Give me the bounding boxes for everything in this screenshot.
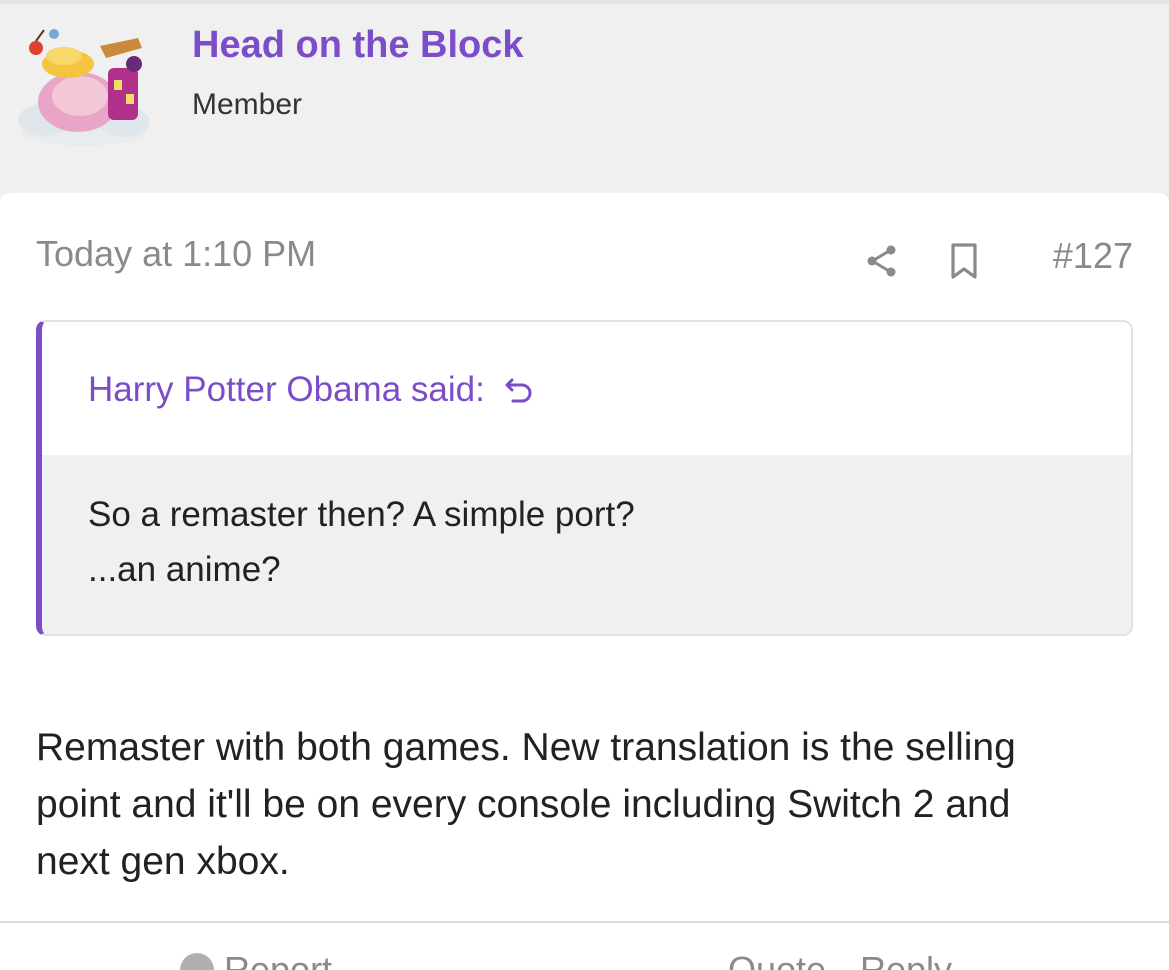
post-footer-actions: Report Quote Reply xyxy=(0,949,1169,970)
user-title: Member xyxy=(192,88,303,121)
post-footer-divider xyxy=(0,921,1169,923)
post-body-line: Remaster with both games. New translatio… xyxy=(36,726,1016,769)
quote-header: Harry Potter Obama said: xyxy=(42,322,1131,455)
quote-button[interactable]: Quote xyxy=(728,949,826,970)
share-icon[interactable] xyxy=(862,241,902,281)
avatar-image-icon xyxy=(18,29,150,146)
post-timestamp[interactable]: Today at 1:10 PM xyxy=(36,233,316,275)
post-meta-bar: Today at 1:10 PM #127 xyxy=(36,233,1133,283)
report-label: Report xyxy=(224,949,333,970)
quote-attribution: Harry Potter Obama said: xyxy=(88,370,485,409)
username[interactable]: Head on the Block xyxy=(192,24,524,67)
undo-arrow-icon xyxy=(505,378,532,403)
quote-body: So a remaster then? A simple port? ...an… xyxy=(42,455,1131,634)
quote-attribution-link[interactable]: Harry Potter Obama said: xyxy=(88,370,537,410)
post-card: Today at 1:10 PM #127 Harry Potter Obama… xyxy=(0,193,1169,970)
avatar[interactable] xyxy=(14,24,156,150)
quote-block: Harry Potter Obama said: So a remaster t… xyxy=(36,320,1133,636)
reply-label: Reply xyxy=(860,949,953,970)
quote-text-line: So a remaster then? A simple port? xyxy=(88,495,635,534)
forum-post-page: Head on the Block Member Today at 1:10 P… xyxy=(0,0,1169,970)
warning-icon xyxy=(180,953,214,970)
reply-button[interactable]: Reply xyxy=(860,949,952,970)
quote-text-line: ...an anime? xyxy=(88,550,281,589)
quote-label: Quote xyxy=(728,949,827,970)
post-body-line: point and it'll be on every console incl… xyxy=(36,783,1011,826)
post-author-header: Head on the Block Member xyxy=(0,4,1169,193)
post-number-link[interactable]: #127 xyxy=(1053,235,1133,277)
bookmark-icon[interactable] xyxy=(944,241,984,281)
post-body: Remaster with both games. New translatio… xyxy=(36,719,1136,890)
report-button[interactable]: Report xyxy=(180,949,332,970)
post-body-line: next gen xbox. xyxy=(36,840,290,883)
